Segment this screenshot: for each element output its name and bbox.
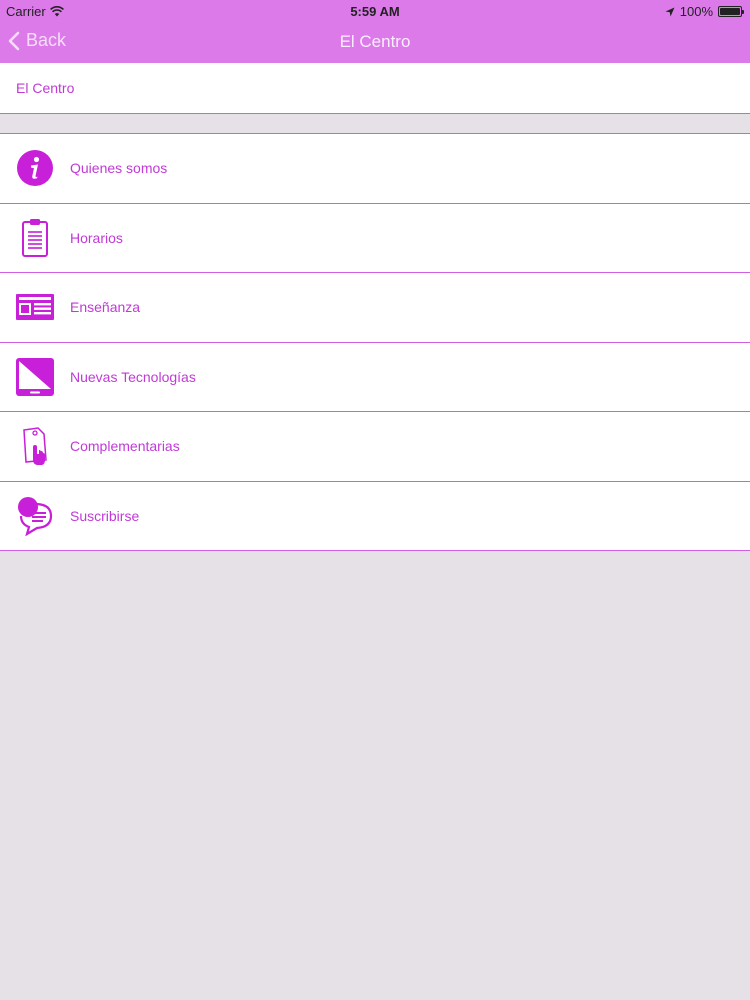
location-arrow-icon — [665, 7, 675, 16]
menu-item-label: Horarios — [70, 229, 123, 246]
clipboard-icon — [22, 218, 48, 257]
menu-item-label: Suscribirse — [70, 507, 140, 524]
section-spacer — [0, 114, 750, 133]
navigation-bar: Back El Centro — [0, 22, 750, 63]
status-bar: Carrier 5:59 AM 100% — [0, 0, 750, 22]
menu-item-nuevas-tecnologias[interactable]: Nuevas Tecnologías — [0, 342, 750, 412]
menu-list: Quienes somos Horarios Enseñanza Nuevas … — [0, 133, 750, 551]
menu-item-label: Nuevas Tecnologías — [70, 368, 196, 385]
menu-item-complementarias[interactable]: Complementarias — [0, 412, 750, 482]
info-icon — [17, 150, 53, 187]
tablet-icon — [16, 357, 54, 396]
newspaper-icon — [16, 294, 54, 321]
battery-percent: 100% — [679, 4, 713, 19]
menu-item-ensenanza[interactable]: Enseñanza — [0, 273, 750, 343]
chat-bubble-icon — [18, 496, 53, 536]
tag-pointer-icon — [23, 427, 47, 466]
menu-item-quienes-somos[interactable]: Quienes somos — [0, 134, 750, 204]
menu-item-suscribirse[interactable]: Suscribirse — [0, 481, 750, 551]
page-title: El Centro — [339, 32, 411, 51]
clock: 5:59 AM — [350, 4, 400, 19]
menu-item-label: Enseñanza — [70, 299, 141, 316]
status-right: 100% — [665, 4, 744, 19]
section-title: El Centro — [16, 80, 75, 96]
menu-item-label: Complementarias — [70, 438, 180, 455]
battery-icon — [718, 6, 744, 17]
section-header: El Centro — [0, 63, 750, 114]
menu-item-label: Quienes somos — [70, 160, 168, 177]
top-bar: Carrier 5:59 AM 100% Back El Centro — [0, 0, 750, 63]
menu-item-horarios[interactable]: Horarios — [0, 203, 750, 273]
